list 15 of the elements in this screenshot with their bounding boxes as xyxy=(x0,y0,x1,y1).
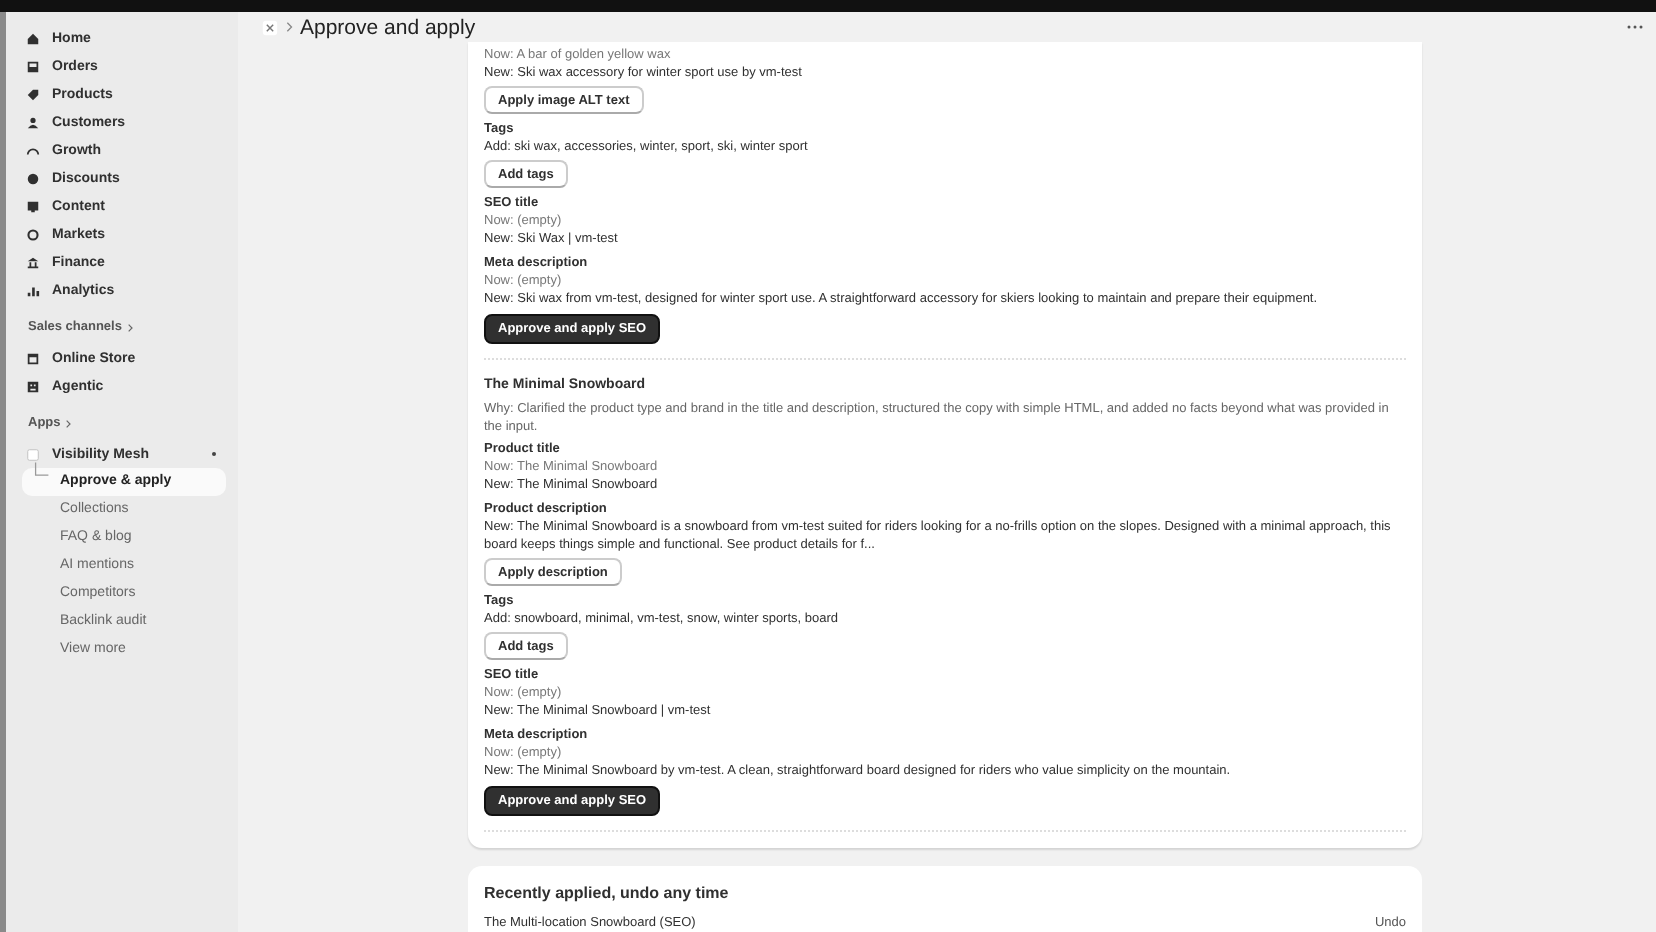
tag-icon xyxy=(26,87,40,101)
more-icon[interactable] xyxy=(1626,24,1644,30)
chevron-icon xyxy=(284,20,294,34)
chevron-icon xyxy=(125,322,134,334)
bar-chart-icon xyxy=(26,283,40,297)
page-title: Approve and apply xyxy=(300,15,478,39)
person-icon xyxy=(26,115,40,129)
connector-icon xyxy=(34,462,50,482)
chevron-icon xyxy=(64,418,73,430)
tray-icon xyxy=(26,59,40,73)
store-icon xyxy=(26,351,40,365)
bank-icon xyxy=(26,255,40,269)
gauge-icon xyxy=(26,143,40,157)
house-icon xyxy=(26,31,40,45)
card-title: Recently applied, undo any time xyxy=(484,882,731,906)
